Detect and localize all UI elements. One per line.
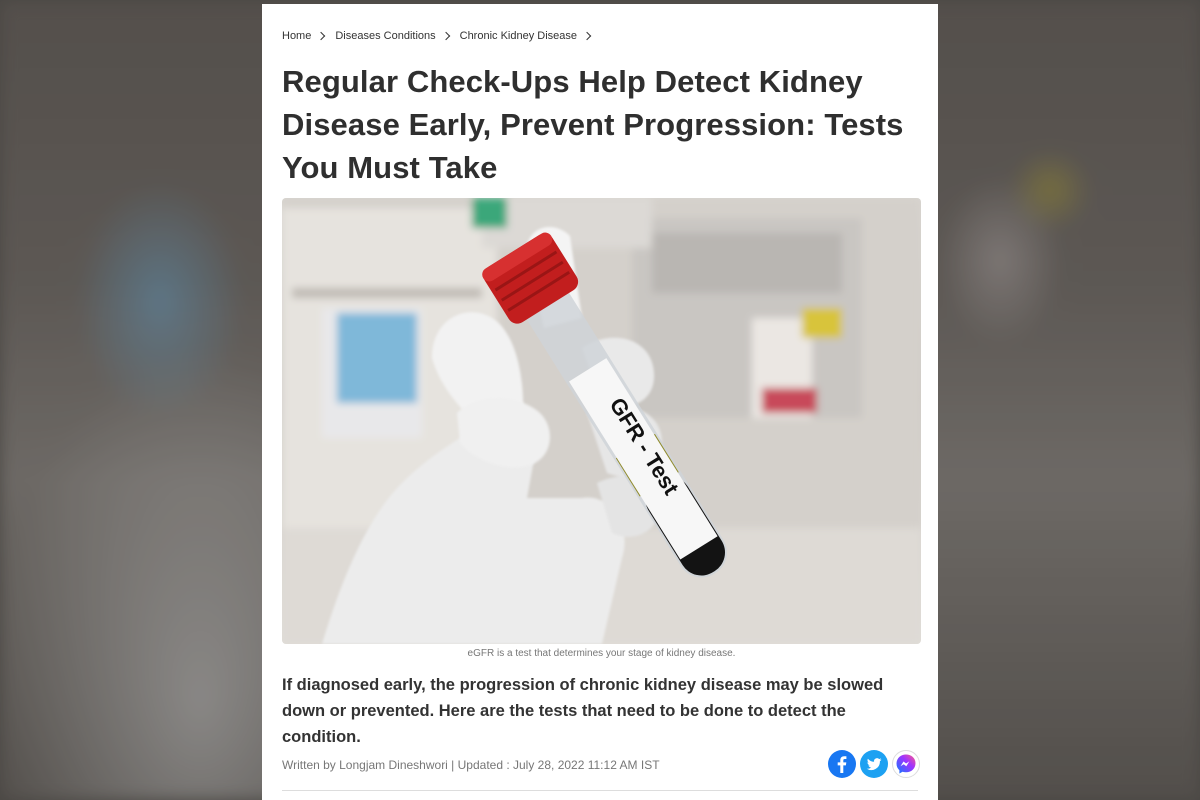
breadcrumb-diseases-conditions[interactable]: Diseases Conditions [335,30,435,42]
article-summary: If diagnosed early, the progression of c… [282,676,884,746]
facebook-share-button[interactable] [828,750,856,778]
chevron-right-icon [582,31,592,41]
breadcrumb-chronic-kidney-disease[interactable]: Chronic Kidney Disease [460,30,577,42]
breadcrumb: Home Diseases Conditions Chronic Kidney … [282,30,597,42]
twitter-icon [866,758,882,771]
divider [282,790,918,791]
hero-image-illustration: GFR - Test [282,198,921,644]
article-title: Regular Check-Ups Help Detect Kidney Dis… [282,64,904,185]
article-card: Home Diseases Conditions Chronic Kidney … [262,4,938,800]
breadcrumb-home[interactable]: Home [282,30,311,42]
article-byline: Written by Longjam Dineshwori | Updated … [282,758,660,772]
hero-image: GFR - Test [282,198,921,644]
twitter-share-button[interactable] [860,750,888,778]
chevron-right-icon [317,31,326,41]
share-buttons [828,750,920,778]
messenger-icon [896,754,916,774]
facebook-icon [837,756,847,773]
chevron-right-icon [441,31,450,41]
image-caption: eGFR is a test that determines your stag… [467,648,736,659]
messenger-share-button[interactable] [892,750,920,778]
